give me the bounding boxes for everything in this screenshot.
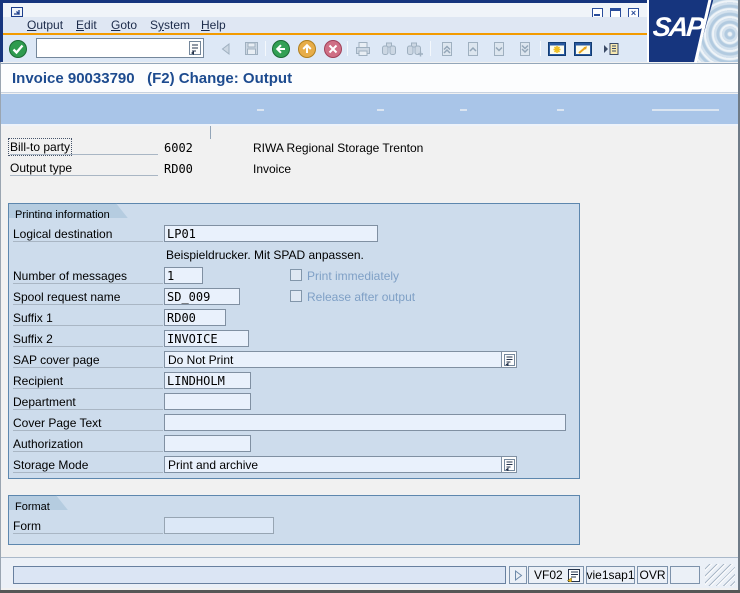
menu-item-edit[interactable]: Edit xyxy=(76,18,97,32)
exit-icon[interactable] xyxy=(296,38,318,59)
last-page-icon[interactable] xyxy=(514,38,536,59)
storage-mode-label: Storage Mode xyxy=(13,457,163,473)
form-input[interactable] xyxy=(164,517,274,534)
new-session-icon[interactable] xyxy=(546,38,568,59)
suffix-1-label: Suffix 1 xyxy=(13,310,163,326)
find-icon[interactable] xyxy=(378,38,400,59)
printing-information-groupbox: Printing information Logical destination… xyxy=(8,203,580,479)
command-history-icon[interactable] xyxy=(189,41,201,55)
cover-page-text-label: Cover Page Text xyxy=(13,415,163,431)
menu-item-output[interactable]: Output xyxy=(27,18,63,32)
next-page-icon[interactable] xyxy=(488,38,510,59)
toolbar-separator xyxy=(265,41,266,56)
suffix-2-input[interactable] xyxy=(164,330,249,347)
sap-gui-window: × Output Edit Goto System Help xyxy=(0,0,740,593)
back-icon[interactable] xyxy=(270,38,292,59)
print-immediately-label: Print immediately xyxy=(307,269,399,283)
number-of-messages-input[interactable] xyxy=(164,267,203,284)
status-services-icon[interactable] xyxy=(567,569,580,582)
department-input[interactable] xyxy=(164,393,251,410)
output-type-label: Output type xyxy=(10,160,158,176)
recipient-input[interactable] xyxy=(164,372,251,389)
status-message-field xyxy=(13,566,506,584)
title-bar: × xyxy=(3,3,647,17)
window-edge xyxy=(0,62,1,593)
command-field[interactable] xyxy=(36,38,204,58)
number-of-messages-label: Number of messages xyxy=(13,268,163,284)
expand-menu-icon[interactable] xyxy=(601,38,621,59)
storage-mode-dropdown[interactable]: Print and archive xyxy=(164,456,517,473)
app-toolbar-separator xyxy=(557,109,564,111)
first-page-icon[interactable] xyxy=(436,38,458,59)
save-icon[interactable] xyxy=(240,38,262,59)
screen-title: Invoice 90033790 (F2) Change: Output xyxy=(12,70,292,87)
suffix-2-label: Suffix 2 xyxy=(13,331,163,347)
toolbar-separator xyxy=(430,41,431,56)
standard-toolbar xyxy=(3,35,647,62)
status-mode-cell: OVR xyxy=(637,566,668,584)
form-label: Form xyxy=(13,518,163,534)
create-shortcut-icon[interactable] xyxy=(572,38,594,59)
spool-request-name-label: Spool request name xyxy=(13,289,163,305)
sap-logo: SAP xyxy=(647,0,740,62)
dropdown-icon[interactable] xyxy=(501,352,516,367)
logical-destination-input[interactable] xyxy=(164,225,378,242)
suffix-1-input[interactable] xyxy=(164,309,226,326)
sap-logo-text: SAP xyxy=(651,12,704,43)
authorization-input[interactable] xyxy=(164,435,251,452)
previous-page-icon[interactable] xyxy=(462,38,484,59)
toolbar-separator xyxy=(540,41,541,56)
toolbar-separator xyxy=(347,41,348,56)
app-toolbar-separator xyxy=(257,109,264,111)
find-next-icon[interactable] xyxy=(404,38,426,59)
app-toolbar-separator xyxy=(460,109,467,111)
bill-to-party-label: Bill-to party xyxy=(10,139,158,155)
format-groupbox: Format Form xyxy=(8,495,580,545)
menu-item-system[interactable]: System xyxy=(150,18,190,32)
logical-destination-note: Beispieldrucker. Mit SPAD anpassen. xyxy=(166,248,364,262)
screen-title-strip: Invoice 90033790 (F2) Change: Output xyxy=(1,63,739,93)
status-empty-cell xyxy=(670,566,700,584)
menu-bar: Output Edit Goto System Help xyxy=(3,17,647,33)
enter-icon[interactable] xyxy=(7,38,29,59)
status-expand-button[interactable] xyxy=(509,566,527,584)
output-type-value: RD00 xyxy=(164,162,193,176)
sap-cover-page-label: SAP cover page xyxy=(13,352,163,368)
sap-cover-page-dropdown[interactable]: Do Not Print xyxy=(164,351,517,368)
spool-request-name-input[interactable] xyxy=(164,288,240,305)
command-input[interactable] xyxy=(38,40,186,56)
dropdown-icon[interactable] xyxy=(501,457,516,472)
bill-to-party-description: RIWA Regional Storage Trenton xyxy=(253,141,423,155)
release-after-output-checkbox[interactable] xyxy=(290,290,302,302)
department-label: Department xyxy=(13,394,163,410)
recipient-label: Recipient xyxy=(13,373,163,389)
print-immediately-checkbox[interactable] xyxy=(290,269,302,281)
app-toolbar-separator xyxy=(377,109,384,111)
print-icon[interactable] xyxy=(352,38,374,59)
app-toolbar-separator xyxy=(652,109,719,111)
release-after-output-label: Release after output xyxy=(307,290,415,304)
logical-destination-label: Logical destination xyxy=(13,226,163,242)
cancel-icon[interactable] xyxy=(322,38,344,59)
cover-page-text-input[interactable] xyxy=(164,414,566,431)
column-tick xyxy=(210,126,211,139)
menu-item-help[interactable]: Help xyxy=(201,18,226,32)
transaction-code: VF02 xyxy=(534,568,563,582)
menu-item-goto[interactable]: Goto xyxy=(111,18,137,32)
resize-grip[interactable] xyxy=(705,564,735,586)
application-toolbar xyxy=(1,94,739,126)
output-type-description: Invoice xyxy=(253,162,291,176)
authorization-label: Authorization xyxy=(13,436,163,452)
status-bar: VF02 vie1sap1 OVR xyxy=(1,557,739,588)
status-server-cell: vie1sap1 xyxy=(586,566,635,584)
format-tab: Format xyxy=(8,495,68,510)
status-transaction-cell: VF02 xyxy=(528,566,584,584)
back-nav-icon[interactable] xyxy=(215,38,237,59)
printing-information-tab: Printing information xyxy=(8,203,128,218)
bill-to-party-value: 6002 xyxy=(164,141,193,155)
